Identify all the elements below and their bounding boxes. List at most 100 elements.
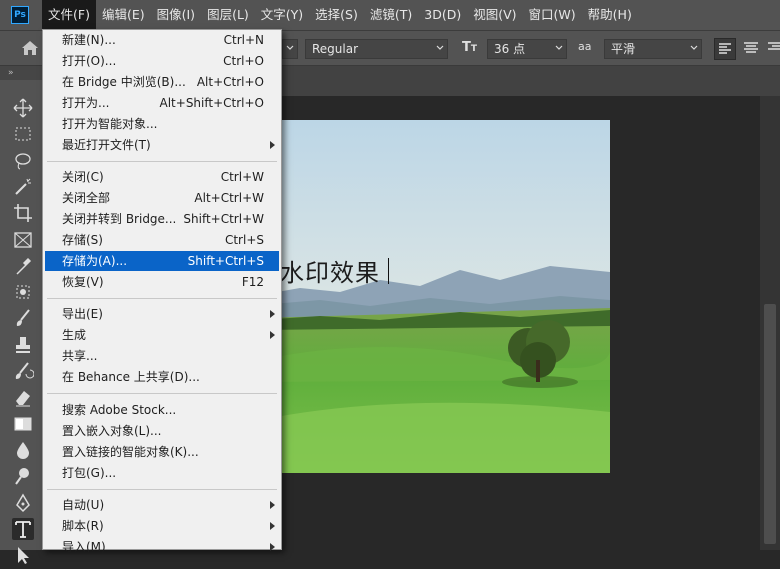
file-menu-item-26[interactable]: 导入(M) (45, 537, 279, 557)
frame-tool-icon (14, 231, 32, 248)
chevron-down-icon (690, 45, 698, 50)
menu-8[interactable]: 视图(V) (467, 0, 522, 30)
menubar: Ps 文件(F) 编辑(E) 图像(I) 图层(L) 文字(Y) 选择(S) 滤镜(T) 3D… (0, 0, 780, 30)
menu-1[interactable]: 编辑(E) (96, 0, 151, 30)
panel-collapse-button[interactable]: » (0, 66, 46, 80)
file-menu-item-0[interactable]: 新建(N)... Ctrl+N (45, 30, 279, 50)
file-menu-item-1[interactable]: 打开(O)... Ctrl+O (45, 51, 279, 71)
submenu-arrow-icon (270, 501, 275, 509)
menu-3[interactable]: 图层(L) (201, 0, 255, 30)
menu-10[interactable]: 帮助(H) (582, 0, 638, 30)
lasso-tool[interactable] (12, 150, 34, 172)
menu-item-label: 关闭(C) (62, 170, 104, 185)
menu-9[interactable]: 窗口(W) (523, 0, 582, 30)
pen-tool-icon (16, 493, 30, 512)
type-tool[interactable] (12, 517, 34, 540)
file-menu-item-15[interactable]: 生成 (45, 325, 279, 345)
brush-tool[interactable] (12, 307, 34, 329)
brush-tool-icon (16, 309, 30, 327)
blur-tool[interactable] (12, 439, 34, 461)
align-center-button[interactable] (741, 38, 763, 60)
file-menu-item-16[interactable]: 共享... (45, 346, 279, 366)
move-tool-icon (13, 98, 33, 118)
file-menu-item-24[interactable]: 自动(U) (45, 495, 279, 515)
menu-item-label: 关闭并转到 Bridge... (62, 212, 177, 227)
patch-tool[interactable] (12, 281, 34, 303)
menu-item-shortcut: Alt+Shift+Ctrl+O (159, 95, 264, 110)
file-menu-item-4[interactable]: 打开为智能对象... (45, 114, 279, 134)
marquee-tool-icon (15, 127, 31, 141)
eyedropper-tool-icon (16, 257, 32, 275)
frame-tool[interactable] (12, 229, 34, 251)
watermark-text[interactable]: 水印效果 (280, 253, 380, 288)
move-tool[interactable] (12, 97, 34, 119)
magic-wand-tool[interactable] (12, 176, 34, 198)
menu-item-label: 恢复(V) (62, 274, 104, 289)
menu-item-shortcut: Alt+Ctrl+O (196, 74, 264, 89)
file-menu-item-17[interactable]: 在 Behance 上共享(D)... (45, 367, 279, 387)
menu-7[interactable]: 3D(D) (418, 0, 467, 30)
gradient-tool[interactable] (12, 413, 34, 435)
file-menu-item-7[interactable]: 关闭(C) Ctrl+W (45, 167, 279, 187)
path-select-tool[interactable] (12, 544, 34, 566)
menu-0[interactable]: 文件(F) (42, 0, 96, 30)
dodge-tool[interactable] (12, 465, 34, 487)
file-menu-item-3[interactable]: 打开为... Alt+Shift+Ctrl+O (45, 93, 279, 113)
menu-6[interactable]: 滤镜(T) (364, 0, 418, 30)
menu-item-label: 打包(G)... (62, 465, 117, 480)
menu-item-label: 打开(O)... (62, 53, 117, 68)
marquee-tool[interactable] (12, 123, 34, 145)
file-menu-item-20[interactable]: 置入嵌入对象(L)... (45, 421, 279, 441)
tools-panel: » (0, 66, 47, 565)
crop-tool[interactable] (12, 202, 34, 224)
menu-item-label: 关闭全部 (62, 191, 111, 206)
document-image[interactable] (260, 120, 610, 473)
photoshop-logo[interactable]: Ps (11, 6, 29, 24)
patch-tool-icon (16, 285, 30, 299)
submenu-arrow-icon (270, 521, 275, 530)
file-menu-item-2[interactable]: 在 Bridge 中浏览(B)... Alt+Ctrl+O (45, 72, 279, 92)
scrollbar-thumb[interactable] (764, 304, 776, 544)
stamp-tool-icon (16, 336, 30, 353)
align-right-icon (768, 42, 780, 50)
menu-2[interactable]: 图像(I) (151, 0, 201, 30)
menu-item-label: 置入嵌入对象(L)... (62, 423, 162, 438)
font-size-select[interactable]: 36 点 (487, 39, 567, 59)
history-brush-tool[interactable] (12, 360, 35, 382)
file-menu-item-5[interactable]: 最近打开文件(T) (45, 135, 279, 155)
align-left-icon (719, 43, 731, 54)
align-left-button[interactable] (714, 38, 736, 60)
vertical-scrollbar[interactable] (760, 96, 780, 550)
submenu-arrow-icon (270, 310, 275, 319)
menu-5[interactable]: 选择(S) (309, 0, 364, 30)
antialias-value: 平滑 (611, 42, 636, 56)
stamp-tool[interactable] (12, 334, 34, 356)
file-menu-item-21[interactable]: 置入链接的智能对象(K)... (45, 442, 279, 462)
align-right-button[interactable] (766, 38, 780, 60)
file-menu-item-14[interactable]: 导出(E) (45, 304, 279, 324)
menu-4[interactable]: 文字(Y) (255, 0, 309, 30)
eraser-tool[interactable] (12, 386, 34, 408)
file-menu-item-12[interactable]: 恢复(V) F12 (45, 272, 279, 292)
menu-items: 文件(F) 编辑(E) 图像(I) 图层(L) 文字(Y) 选择(S) 滤镜(T) 3D(D)… (42, 0, 638, 30)
file-menu-item-11[interactable]: 存储为(A)... Shift+Ctrl+S (45, 251, 279, 271)
file-menu-item-8[interactable]: 关闭全部 Alt+Ctrl+W (45, 188, 279, 208)
pen-tool[interactable] (12, 492, 34, 514)
file-menu-item-9[interactable]: 关闭并转到 Bridge... Shift+Ctrl+W (45, 209, 279, 229)
eyedropper-tool[interactable] (12, 255, 34, 277)
menu-item-shortcut: Ctrl+N (223, 33, 264, 47)
font-family-dropdown[interactable] (282, 39, 298, 59)
file-menu-item-10[interactable]: 存储(S) Ctrl+S (45, 230, 279, 250)
history-brush-tool-icon (15, 362, 35, 379)
file-menu-item-25[interactable]: 脚本(R) (45, 516, 279, 536)
file-menu-item-19[interactable]: 搜索 Adobe Stock... (45, 400, 279, 420)
submenu-arrow-icon (270, 140, 275, 149)
home-icon[interactable] (20, 39, 40, 57)
antialias-select[interactable]: 平滑 (604, 39, 702, 59)
font-style-select[interactable]: Regular (305, 39, 448, 59)
menu-item-label: 打开为... (62, 95, 110, 110)
font-size-value: 36 点 (494, 42, 526, 56)
file-menu-item-22[interactable]: 打包(G)... (45, 463, 279, 483)
menu-item-label: 生成 (62, 328, 87, 343)
menu-separator (47, 160, 277, 162)
